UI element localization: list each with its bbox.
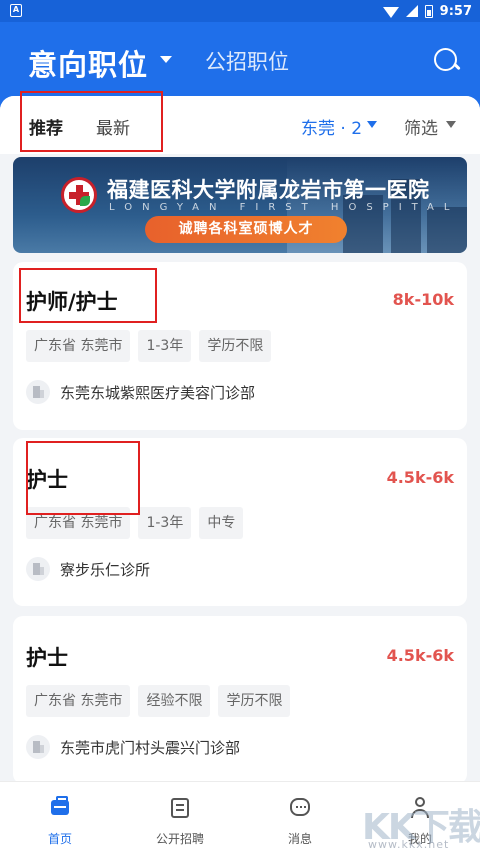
tab-public-recruitment-nav[interactable]: 公开招聘 — [120, 782, 240, 853]
tag-experience: 经验不限 — [138, 685, 211, 717]
tag-education: 学历不限 — [218, 685, 291, 717]
filter-button[interactable]: 筛选 — [404, 114, 438, 139]
hospital-banner[interactable]: 福建医科大学附属龙岩市第一医院 LONGYAN FIRST HOSPITAL 诚… — [13, 157, 467, 253]
tag-education: 学历不限 — [199, 330, 272, 362]
job-tags: 广东省 东莞市 经验不限 学历不限 — [26, 685, 291, 717]
company-name: 东莞东城紫熙医疗美容门诊部 — [60, 383, 256, 402]
signal-icon — [405, 5, 418, 17]
company-name: 东莞市虎门村头震兴门诊部 — [60, 738, 241, 757]
tab-label: 公开招聘 — [155, 832, 204, 846]
banner-building — [427, 207, 467, 253]
status-time: 9:57 — [439, 3, 472, 19]
city-caret-icon[interactable] — [367, 121, 377, 128]
annotation-box — [19, 268, 157, 323]
job-salary: 4.5k-6k — [386, 646, 454, 665]
battery-icon — [424, 4, 433, 18]
watermark-logo: KK下载 www.kkx.net — [358, 794, 480, 852]
tag-education: 中专 — [199, 507, 244, 539]
job-title: 护士 — [26, 646, 68, 670]
tag-experience: 1-3年 — [138, 507, 192, 539]
tab-public-recruitment[interactable]: 公招职位 — [205, 46, 289, 76]
filter-caret-icon[interactable] — [446, 121, 456, 128]
banner-title: 福建医科大学附属龙岩市第一医院 — [107, 178, 430, 202]
job-salary: 8k-10k — [392, 290, 454, 309]
annotation-box — [20, 91, 163, 152]
tag-location: 广东省 东莞市 — [26, 685, 131, 717]
message-icon — [290, 798, 310, 816]
city-selector[interactable]: 东莞 · 2 — [301, 114, 362, 139]
document-icon — [171, 798, 189, 818]
company-row: 东莞东城紫熙医疗美容门诊部 — [26, 380, 255, 404]
app-notification-icon: A — [10, 4, 22, 17]
tag-experience: 1-3年 — [138, 330, 192, 362]
tab-intended-jobs[interactable]: 意向职位 — [28, 42, 148, 84]
chevron-down-icon[interactable] — [160, 56, 172, 63]
job-tags: 广东省 东莞市 1-3年 学历不限 — [26, 330, 272, 362]
company-icon — [26, 557, 50, 581]
hospital-logo-icon — [61, 177, 97, 213]
tab-label: 首页 — [47, 832, 72, 846]
status-bar: A 9:57 — [0, 0, 480, 22]
annotation-box — [26, 441, 140, 515]
search-icon[interactable] — [434, 48, 461, 74]
job-card[interactable]: 护士 4.5k-6k 广东省 东莞市 经验不限 学历不限 东莞市虎门村头震兴门诊… — [13, 616, 467, 784]
wifi-icon — [382, 6, 399, 18]
briefcase-icon — [51, 796, 69, 815]
content-panel: 推荐 最新 东莞 · 2 筛选 福建医科大学附属龙岩市第一医院 LONGYAN … — [0, 91, 480, 796]
banner-cta[interactable]: 诚聘各科室硕博人才 — [145, 216, 347, 243]
tab-home[interactable]: 首页 — [0, 782, 120, 853]
company-row: 东莞市虎门村头震兴门诊部 — [26, 735, 240, 759]
top-header: 意向职位 公招职位 — [0, 22, 480, 100]
company-name: 寮步乐仁诊所 — [60, 560, 151, 579]
watermark-url: www.kkx.net — [368, 838, 450, 851]
tab-label: 消息 — [287, 832, 312, 846]
company-icon — [26, 380, 50, 404]
company-icon — [26, 735, 50, 759]
tag-location: 广东省 东莞市 — [26, 330, 131, 362]
banner-subtitle: LONGYAN FIRST HOSPITAL — [109, 202, 460, 213]
company-row: 寮步乐仁诊所 — [26, 557, 150, 581]
tab-messages[interactable]: 消息 — [240, 782, 360, 853]
job-salary: 4.5k-6k — [386, 468, 454, 487]
